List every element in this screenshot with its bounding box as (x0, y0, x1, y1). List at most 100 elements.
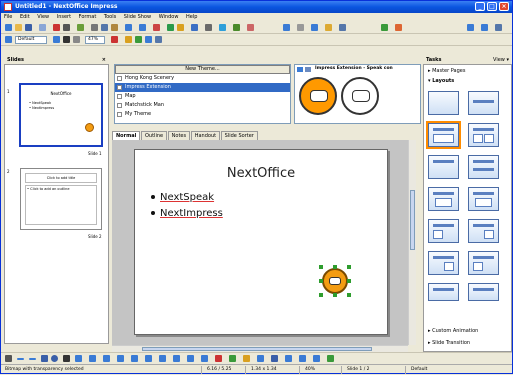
print-icon[interactable] (63, 24, 70, 31)
datasource-icon[interactable] (311, 24, 318, 31)
horizontal-scroll-thumb[interactable] (142, 347, 372, 351)
crop-icon[interactable] (145, 36, 152, 43)
zoom-icon[interactable] (219, 24, 226, 31)
extra-tool-2-icon[interactable] (481, 24, 488, 31)
arrange-icon[interactable] (313, 355, 320, 362)
layout-text-chart[interactable] (468, 219, 499, 243)
horizontal-scrollbar[interactable] (112, 345, 408, 352)
resize-handle[interactable] (347, 279, 351, 283)
extrusion-icon[interactable] (285, 355, 292, 362)
table-icon[interactable] (177, 24, 184, 31)
fill-color-icon[interactable] (111, 36, 118, 43)
from-file-icon[interactable] (257, 355, 264, 362)
master-pages-section[interactable]: ▸ Master Pages (424, 67, 511, 76)
menu-file[interactable]: File (1, 14, 15, 20)
shadow-icon[interactable] (135, 36, 142, 43)
line-icon[interactable] (17, 358, 24, 360)
select-icon[interactable] (5, 36, 12, 43)
new-icon[interactable] (5, 24, 12, 31)
theme-item[interactable]: My Theme (115, 110, 290, 119)
layout-centered-text[interactable] (428, 155, 459, 179)
layout-title-content[interactable] (426, 121, 461, 149)
ellipse-icon[interactable] (51, 355, 58, 362)
speak-icon[interactable] (381, 24, 388, 31)
menu-format[interactable]: Format (76, 14, 100, 20)
extra-tool-1-icon[interactable] (467, 24, 474, 31)
layout-title-4-content[interactable] (468, 283, 499, 301)
spellcheck-icon[interactable] (77, 24, 84, 31)
chart-icon[interactable] (167, 24, 174, 31)
symbol-shapes-icon[interactable] (131, 355, 138, 362)
save-icon[interactable] (25, 24, 32, 31)
layout-object[interactable] (428, 283, 459, 301)
connector-icon[interactable] (89, 355, 96, 362)
layout-chart[interactable] (428, 187, 459, 211)
layout-blank[interactable] (428, 91, 459, 115)
layout-chart-text[interactable] (468, 251, 499, 275)
line-style-icon[interactable] (53, 36, 60, 43)
theme-item[interactable]: Map (115, 92, 290, 101)
vertical-scroll-thumb[interactable] (410, 190, 415, 250)
resize-handle[interactable] (347, 293, 351, 297)
text-icon[interactable] (63, 355, 70, 362)
extra-tool-3-icon[interactable] (495, 24, 502, 31)
slide-editor[interactable]: NextOffice NextSpeak NextImpress (134, 149, 388, 335)
layout-title-only[interactable] (468, 91, 499, 115)
line-width-icon[interactable] (63, 36, 70, 43)
speak-extension-thumb[interactable] (299, 77, 337, 115)
list-view-icon[interactable] (305, 67, 311, 72)
fontwork-icon[interactable] (243, 355, 250, 362)
layout-table[interactable] (468, 187, 499, 211)
menu-view[interactable]: View (34, 14, 52, 20)
undo-icon[interactable] (125, 24, 132, 31)
resize-handle[interactable] (319, 293, 323, 297)
navigator-icon[interactable] (205, 24, 212, 31)
help-icon[interactable] (325, 24, 332, 31)
zoom-dropdown[interactable]: 47% (85, 36, 105, 44)
layouts-section[interactable]: ▾ Layouts (424, 77, 511, 86)
layout-text-image[interactable] (428, 251, 459, 275)
curve-icon[interactable] (75, 355, 82, 362)
slide-thumbnail-2[interactable]: Click to add title • Click to add an out… (20, 168, 102, 230)
align-icon[interactable] (299, 355, 306, 362)
layout-title-2-content[interactable] (468, 123, 499, 147)
close-button[interactable]: × (499, 2, 509, 11)
redo-icon[interactable] (139, 24, 146, 31)
line-color-icon[interactable] (73, 36, 80, 43)
menu-slide-show[interactable]: Slide Show (121, 14, 154, 20)
slide-thumbnail-1[interactable]: NextOffice • NextSpeak • NextImpress (19, 83, 103, 147)
theme-item[interactable]: Matchstick Man (115, 101, 290, 110)
slide-bullet-1[interactable]: NextSpeak (151, 192, 214, 203)
stars-icon[interactable] (187, 355, 194, 362)
resize-handle[interactable] (333, 293, 337, 297)
tasks-view-menu[interactable]: View ▾ (493, 56, 509, 64)
image-icon[interactable] (191, 24, 198, 31)
points-icon[interactable] (229, 355, 236, 362)
select-arrow-icon[interactable] (5, 355, 12, 362)
copy-icon[interactable] (101, 24, 108, 31)
resize-handle[interactable] (319, 265, 323, 269)
paste-icon[interactable] (111, 24, 118, 31)
options-icon[interactable] (339, 24, 346, 31)
tab-normal[interactable]: Normal (112, 131, 141, 140)
tab-slide-sorter[interactable]: Slide Sorter (220, 131, 258, 140)
cut-icon[interactable] (91, 24, 98, 31)
slide-title[interactable]: NextOffice (135, 166, 387, 181)
3d-objects-icon[interactable] (201, 355, 208, 362)
export-pdf-icon[interactable] (53, 24, 60, 31)
gallery-toggle-icon[interactable] (271, 355, 278, 362)
resize-handle[interactable] (333, 265, 337, 269)
vertical-scrollbar[interactable] (408, 140, 416, 345)
area-icon[interactable] (125, 36, 132, 43)
theme-item-selected[interactable]: Impress Extension (115, 83, 290, 92)
menu-edit[interactable]: Edit (17, 14, 33, 20)
slides-panel-close-button[interactable]: × (102, 56, 106, 64)
rectangle-icon[interactable] (41, 355, 48, 362)
layout-image-text[interactable] (428, 219, 459, 243)
menu-insert[interactable]: Insert (54, 14, 74, 20)
slide-bullet-2[interactable]: NextImpress (151, 208, 223, 219)
transparency-icon[interactable] (155, 36, 162, 43)
custom-animation-section[interactable]: ▸ Custom Animation (424, 327, 511, 336)
basic-shapes-icon[interactable] (117, 355, 124, 362)
resize-handle[interactable] (319, 279, 323, 283)
